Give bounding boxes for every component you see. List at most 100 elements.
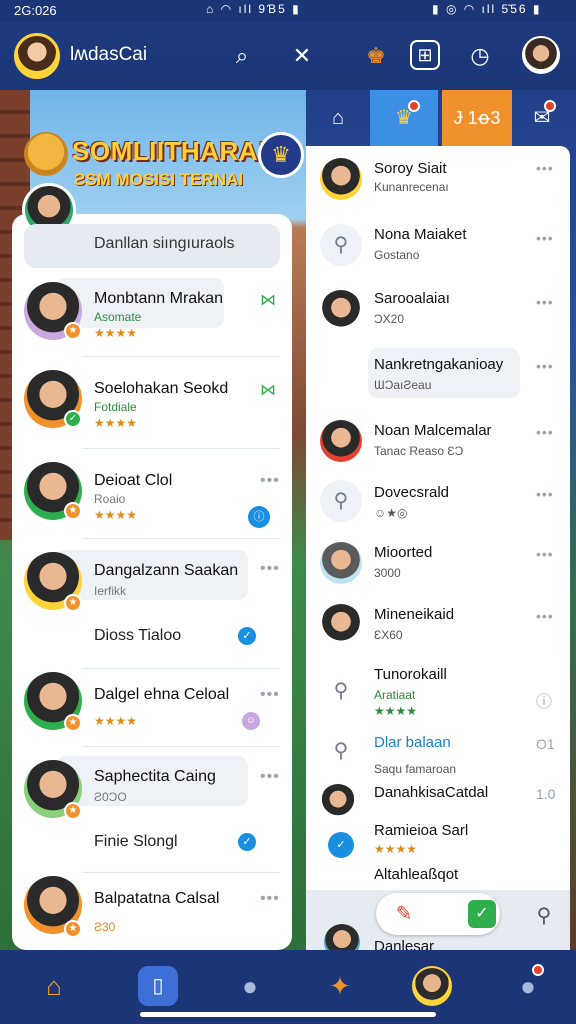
divider — [82, 872, 280, 873]
more-icon[interactable]: ••• — [536, 294, 554, 310]
more-icon[interactable]: ••• — [260, 472, 280, 490]
status-time: 2G:026 — [14, 3, 57, 18]
list-item[interactable]: ✓ Soelohakan Seokd Fotdiale ★★★★ ⋈ — [24, 368, 280, 434]
rating-stars: ★★★★ — [374, 704, 418, 718]
phone-icon[interactable]: ▯ — [138, 966, 178, 1006]
contact-status: Gostano — [374, 248, 420, 262]
list-item[interactable]: ★ Monbtann Mrakan Asomate ★★★★ ⋈ — [24, 280, 280, 346]
notification-dot — [544, 100, 556, 112]
tab-trophy[interactable]: ♛ — [370, 90, 438, 146]
message-preview[interactable]: Dioss Tialoo — [94, 627, 181, 645]
list-item[interactable]: ⚲ Tunorokaill Aratiaat ★★★★ ⓘ — [320, 664, 560, 720]
close-icon[interactable]: ✕ — [288, 42, 316, 70]
contact-status: Asomate — [94, 310, 142, 324]
list-item[interactable]: Mineneikaid ƐX60 ••• — [320, 604, 560, 654]
contact-avatar — [320, 604, 362, 646]
contact-status: ƜƆaıƧeau — [374, 378, 432, 392]
contact-name: Soelohakan Seokd — [94, 380, 229, 397]
more-icon[interactable]: ••• — [536, 160, 554, 176]
list-item[interactable]: Noan Malcemalar Tanac Reaso ƐƆ ••• — [320, 420, 560, 470]
more-icon[interactable]: ••• — [260, 560, 280, 578]
list-item[interactable]: ★ Saphectita Caing Ƨ0ƆO ••• — [24, 758, 280, 820]
divider — [82, 746, 280, 747]
emoji-icon: ☺ — [240, 710, 262, 732]
info-icon[interactable]: ⓘ — [536, 688, 553, 712]
more-icon[interactable]: ••• — [536, 358, 554, 374]
tab-orange[interactable]: Ɉ 1ꝋ3 — [442, 90, 512, 146]
contact-status: Roaio — [94, 492, 126, 506]
list-item[interactable]: ★ Dangalzann Saakan Ierfikk ••• — [24, 552, 280, 612]
nav-avatar[interactable] — [412, 966, 452, 1006]
list-item[interactable]: ⚲ Dovecsrald ☺★◎ ••• — [320, 480, 560, 530]
rating-stars: ★★★★ — [94, 508, 138, 522]
list-item[interactable]: Mioorted 3000 ••• — [320, 542, 560, 592]
more-icon[interactable]: ••• — [260, 686, 280, 704]
promo-badge-icon[interactable]: ♛ — [258, 132, 304, 178]
list-item[interactable]: ⚲ Dlar balaan Saqu famaroan O1 — [320, 730, 560, 780]
timer-icon[interactable]: ◷ — [466, 42, 494, 70]
star-badge-icon: ★ — [64, 502, 82, 520]
send-icon[interactable]: ✓ — [468, 900, 496, 928]
divider — [82, 356, 280, 357]
list-item[interactable]: ★ Deioat Clol Roaio ★★★★ ••• ⓘ — [24, 460, 280, 528]
contact-avatar — [320, 158, 362, 200]
contact-name: Monbtann Mrakan — [94, 290, 223, 307]
tab-home[interactable]: ⌂ — [308, 90, 368, 146]
attach-icon[interactable]: ✎ — [390, 900, 418, 928]
contact-status: Ƨ30 — [94, 920, 116, 934]
more-icon[interactable]: ••• — [536, 608, 554, 624]
info-icon[interactable]: ⓘ — [248, 506, 270, 528]
more-icon[interactable]: ••• — [260, 768, 280, 786]
contact-status: ƐX60 — [374, 628, 403, 642]
divider — [82, 538, 280, 539]
tab-messages[interactable]: ✉ — [512, 90, 572, 146]
contact-name: DanahkisaCatdal — [374, 784, 489, 801]
message-preview[interactable]: Finie Slongl — [94, 833, 178, 851]
more-icon[interactable]: ••• — [536, 424, 554, 440]
game-icon[interactable]: ♚ — [362, 42, 390, 70]
game-icon[interactable]: ✦ — [320, 966, 360, 1006]
user-avatar[interactable] — [14, 33, 60, 79]
list-item[interactable]: ★ Balpatatna Calsal Ƨ30 ••• — [24, 876, 280, 942]
contact-status: Aratiaat — [374, 688, 416, 702]
status-icons-right: ▮ ◎ ◠ ıll 5̃56 ▮ — [432, 2, 542, 16]
contacts-icon[interactable]: ● — [230, 966, 270, 1006]
profile-avatar[interactable] — [522, 36, 560, 74]
list-item[interactable]: ★ Dalgel ehna Celoal ★★★★ ••• ☺ — [24, 672, 280, 738]
list-item[interactable]: Altahleaßqot — [320, 864, 560, 888]
status-bar: 2G:026 ⌂ ◠ ıll 9Ɓ5 ▮ ▮ ◎ ◠ ıll 5̃56 ▮ — [0, 0, 576, 22]
list-item[interactable]: Nankretngakanioay ƜƆaıƧeau ••• — [320, 352, 560, 396]
search-input[interactable]: Danllan siıngıuraols — [24, 224, 280, 268]
home-indicator[interactable] — [140, 1012, 436, 1017]
check-icon: ✓ — [238, 627, 256, 645]
mascot-icon — [24, 132, 68, 176]
contact-name: Soroy Siait — [374, 160, 447, 177]
list-item[interactable]: ✓ DanahkisaCatdal Ramieioa Sarl ★★★★ 1.0 — [320, 784, 560, 858]
grid-icon[interactable]: ⊞ — [410, 40, 440, 70]
promo-subtitle: ƧSM MOSISI TERNAI — [74, 170, 244, 189]
rating-stars: ★★★★ — [94, 416, 138, 430]
star-badge-icon: ★ — [64, 322, 82, 340]
more-icon[interactable]: ••• — [536, 546, 554, 562]
contact-status: Tanac Reaso ƐƆ — [374, 444, 464, 458]
link-icon: ⚲ — [320, 730, 362, 772]
contact-name: Mineneikaid — [374, 606, 455, 623]
side-label: O1 — [536, 736, 555, 752]
notification-dot — [532, 964, 544, 976]
rating-stars: ★★★★ — [94, 326, 138, 340]
scan-icon[interactable]: ⚲ — [530, 902, 558, 930]
status-icons-left: ⌂ ◠ ıll 9Ɓ5 ▮ — [206, 2, 301, 16]
list-item[interactable]: ⚲ Nona Maiaket Gostano ••• — [320, 224, 560, 274]
search-icon[interactable]: ⌕ — [228, 42, 256, 70]
contact-name: Tunorokaill — [374, 666, 447, 683]
more-icon[interactable]: ••• — [536, 230, 554, 246]
contact-status: Ƨ0ƆO — [94, 790, 127, 804]
more-icon[interactable]: ••• — [260, 890, 280, 908]
list-item[interactable]: Soroy Siait Kunanrecenaı ••• — [320, 156, 560, 206]
home-icon[interactable]: ⌂ — [34, 966, 74, 1006]
contact-name: Dovecsrald — [374, 484, 450, 501]
more-icon[interactable]: ••• — [536, 486, 554, 502]
contact-name: Mioorted — [374, 544, 433, 561]
star-badge-icon: ★ — [64, 920, 82, 938]
list-item[interactable]: Sarooalaiaı ƆX20 ••• — [320, 288, 560, 338]
